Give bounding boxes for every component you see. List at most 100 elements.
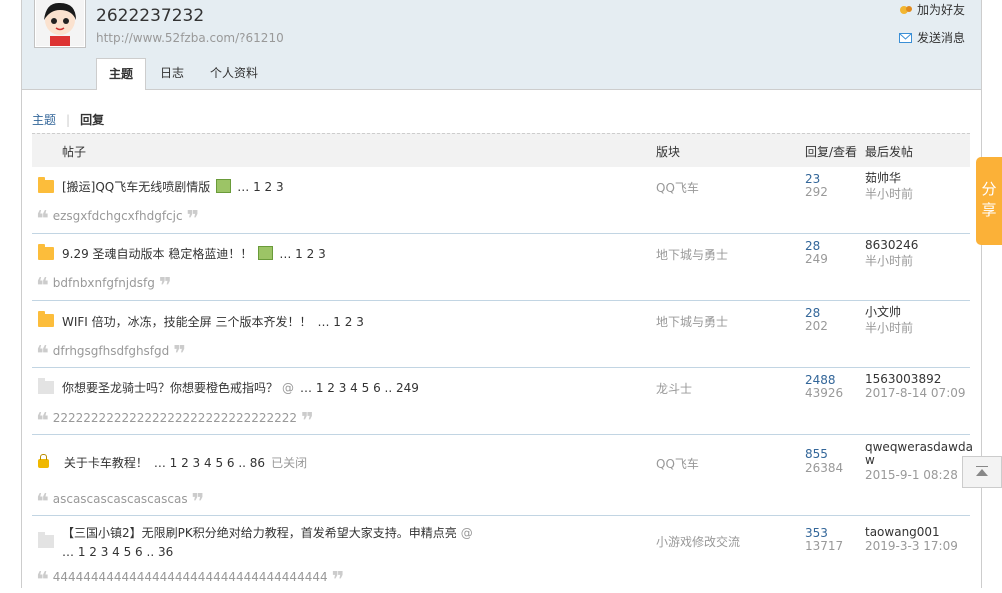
last-post-time[interactable]: 半小时前 — [865, 185, 913, 202]
attachment-clip-icon: @ — [460, 526, 473, 540]
thread-title[interactable]: WIFI 倍功，冰冻，技能全屏 三个版本齐发！！ — [62, 315, 311, 329]
thread-pages[interactable]: … 1 2 3 — [317, 315, 363, 329]
quote-text[interactable]: bdfnbxnfgfnjdsfg — [53, 276, 155, 290]
quote-text[interactable]: dfrhgsgfhsdfghsfgd — [53, 344, 170, 358]
thread-forum[interactable]: 龙斗士 — [656, 380, 692, 397]
thread-title-row: [搬运]QQ飞车无线喷剧情版 … 1 2 3 — [62, 178, 284, 195]
quote-text[interactable]: ascascascascascascas — [53, 492, 188, 506]
space-url[interactable]: http://www.52fzba.com/?61210 — [96, 31, 284, 45]
table-header: 帖子 版块 回复/查看 最后发帖 — [32, 133, 970, 167]
profile-tabs: 主题 日志 个人资料 — [96, 58, 272, 90]
view-count: 43926 — [805, 386, 844, 400]
tab-blog[interactable]: 日志 — [148, 58, 196, 88]
thread-pages[interactable]: … 1 2 3 4 5 6 .. 36 — [62, 545, 173, 559]
thread-forum[interactable]: QQ飞车 — [656, 179, 699, 196]
add-friend-button[interactable]: 加为好友 — [899, 1, 965, 18]
username: 2622237232 — [96, 6, 205, 26]
view-count: 13717 — [805, 539, 844, 553]
last-post-time[interactable]: 2015-9-1 08:28 — [865, 468, 958, 482]
view-count: 292 — [805, 185, 828, 199]
image-attachment-icon — [258, 246, 274, 260]
reply-count[interactable]: 28 — [805, 239, 820, 253]
thread-title[interactable]: [搬运]QQ飞车无线喷剧情版 — [62, 180, 210, 194]
closed-status: 已关闭 — [271, 456, 308, 470]
thread-title-row: 关于卡车教程！ … 1 2 3 4 5 6 .. 86 已关闭 — [38, 454, 307, 471]
close-quote-icon: ❞ — [173, 342, 187, 367]
subtab-separator: | — [66, 112, 71, 127]
reply-count[interactable]: 353 — [805, 526, 828, 540]
folder-icon — [38, 177, 54, 193]
header-last-post: 最后发帖 — [865, 145, 914, 159]
last-post-time[interactable]: 半小时前 — [865, 252, 913, 269]
lock-icon — [38, 454, 49, 468]
sub-tabs: 主题 | 回复 — [32, 111, 104, 128]
reply-quote: ❝ dfrhgsgfhsdfghsfgd ❞ — [36, 342, 186, 367]
thread-forum[interactable]: 小游戏修改交流 — [656, 533, 740, 550]
header-reply-view: 回复/查看 — [805, 145, 858, 159]
quote-text[interactable]: 22222222222222222222222222222222 — [53, 411, 297, 425]
reply-quote: ❝ ascascascascascascas ❞ — [36, 490, 204, 515]
last-poster[interactable]: taowang001 — [865, 526, 975, 539]
close-quote-icon: ❞ — [331, 568, 345, 593]
thread-forum[interactable]: QQ飞车 — [656, 455, 699, 472]
reply-count[interactable]: 855 — [805, 447, 828, 461]
add-friend-label: 加为好友 — [917, 3, 966, 17]
reply-count[interactable]: 23 — [805, 172, 820, 186]
last-poster[interactable]: 1563003892 — [865, 373, 975, 386]
open-quote-icon: ❝ — [36, 207, 49, 232]
close-quote-icon: ❞ — [300, 409, 314, 434]
close-quote-icon: ❞ — [191, 490, 205, 515]
reply-count[interactable]: 28 — [805, 306, 820, 320]
open-quote-icon: ❝ — [36, 490, 49, 515]
header-post: 帖子 — [62, 145, 87, 159]
profile-header: 2622237232 http://www.52fzba.com/?61210 … — [22, 0, 981, 90]
open-quote-icon: ❝ — [36, 342, 49, 367]
last-poster[interactable]: 8630246 — [865, 239, 975, 252]
view-count: 26384 — [805, 461, 844, 475]
reply-quote: ❝ bdfnbxnfgfnjdsfg ❞ — [36, 274, 172, 299]
last-post-time[interactable]: 2019-3-3 17:09 — [865, 539, 958, 553]
last-post-time[interactable]: 半小时前 — [865, 319, 913, 336]
reply-count[interactable]: 2488 — [805, 373, 836, 387]
send-message-button[interactable]: 发送消息 — [899, 29, 965, 46]
subtab-replies[interactable]: 回复 — [80, 111, 104, 128]
send-message-label: 发送消息 — [917, 31, 966, 45]
thread-forum[interactable]: 地下城与勇士 — [656, 313, 728, 330]
thread-pages[interactable]: … 1 2 3 — [279, 247, 325, 261]
folder-icon — [38, 244, 54, 260]
avatar-icon — [36, 0, 84, 46]
back-to-top-icon[interactable] — [962, 456, 1002, 488]
thread-pages[interactable]: … 1 2 3 4 5 6 .. 249 — [300, 381, 419, 395]
thread-title-row: WIFI 倍功，冰冻，技能全屏 三个版本齐发！！ … 1 2 3 — [62, 313, 364, 330]
open-quote-icon: ❝ — [36, 568, 49, 593]
thread-title[interactable]: 关于卡车教程！ — [64, 456, 148, 470]
tab-topics[interactable]: 主题 — [96, 58, 147, 90]
thread-title-row: 9.29 圣魂自动版本 稳定格蓝迪！！ … 1 2 3 — [62, 245, 326, 262]
thread-title[interactable]: 【三国小镇2】无限刷PK积分绝对给力教程，首发希望大家支持。申精点亮 — [62, 526, 457, 540]
thread-title[interactable]: 你想要圣龙骑士吗？你想要橙色戒指吗？ — [62, 381, 278, 395]
last-poster[interactable]: 茹帅华 — [865, 172, 975, 185]
thread-pages[interactable]: … 1 2 3 4 5 6 .. 86 — [154, 456, 265, 470]
folder-icon — [38, 311, 54, 327]
avatar[interactable] — [34, 0, 86, 48]
last-post-time[interactable]: 2017-8-14 07:09 — [865, 386, 966, 400]
thread-forum[interactable]: 地下城与勇士 — [656, 246, 728, 263]
quote-text[interactable]: 444444444444444444444444444444444444 — [53, 570, 328, 584]
close-quote-icon: ❞ — [186, 207, 200, 232]
close-quote-icon: ❞ — [158, 274, 172, 299]
share-button[interactable]: 分享 — [976, 157, 1002, 245]
table-row: 9.29 圣魂自动版本 稳定格蓝迪！！ … 1 2 3 ❝ bdfnbxnfgfn… — [32, 234, 970, 301]
thread-title[interactable]: 9.29 圣魂自动版本 稳定格蓝迪！！ — [62, 247, 252, 261]
subtab-topics[interactable]: 主题 — [32, 111, 56, 128]
last-poster[interactable]: qweqwerasdawdaw — [865, 441, 975, 467]
tab-profile[interactable]: 个人资料 — [198, 58, 270, 88]
view-count: 202 — [805, 319, 828, 333]
quote-text[interactable]: ezsgxfdchgcxfhdgfcjc — [53, 209, 183, 223]
reply-quote: ❝ 22222222222222222222222222222222 ❞ — [36, 409, 314, 434]
table-row: 【三国小镇2】无限刷PK积分绝对给力教程，首发希望大家支持。申精点亮 @ … 1 2… — [32, 516, 970, 593]
last-poster[interactable]: 小文帅 — [865, 306, 975, 319]
thread-pages[interactable]: … 1 2 3 — [237, 180, 283, 194]
header-forum: 版块 — [656, 145, 681, 159]
main-frame: 2622237232 http://www.52fzba.com/?61210 … — [21, 0, 982, 593]
reply-quote: ❝ ezsgxfdchgcxfhdgfcjc ❞ — [36, 207, 199, 232]
